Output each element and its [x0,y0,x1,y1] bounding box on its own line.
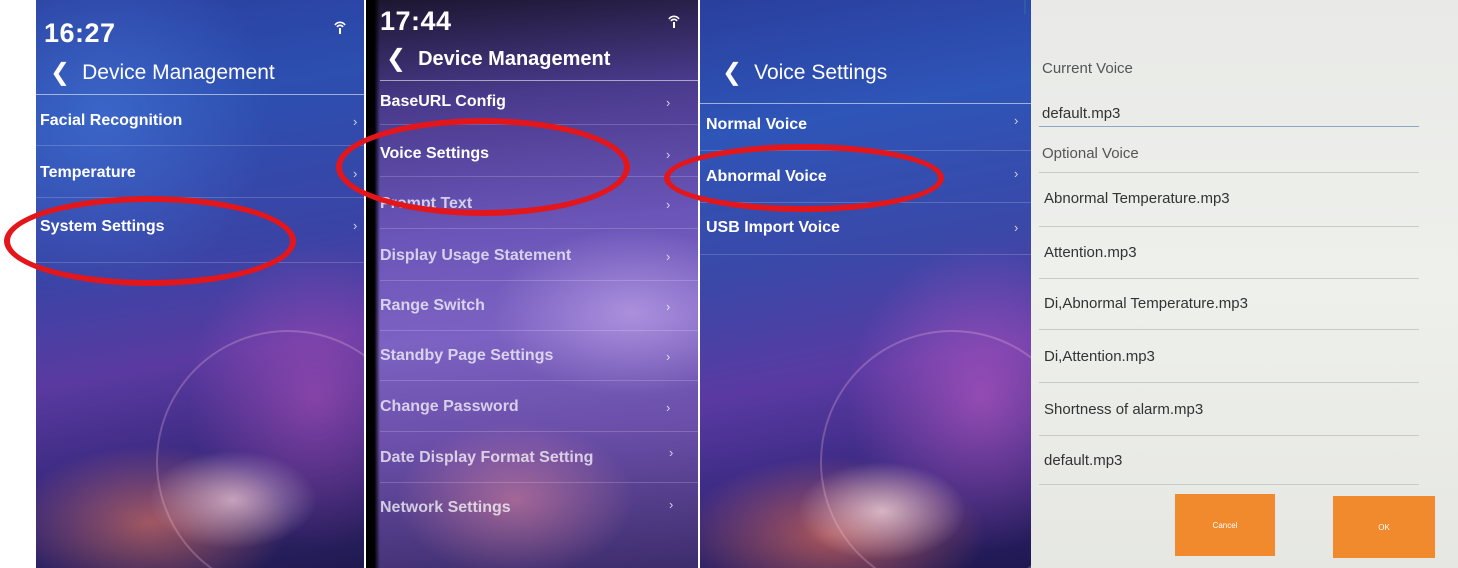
cancel-button[interactable]: Cancel [1175,494,1275,556]
chevron-right-icon: › [353,218,358,233]
menu-item-baseurl-config[interactable]: BaseURL Config [380,93,506,111]
page-title: Voice Settings [754,61,888,84]
status-time: 17:44 [380,6,452,36]
highlight-oval-system-settings [4,196,296,286]
divider [700,254,1031,255]
signal-icon [666,14,682,30]
divider [1039,172,1419,173]
nav-header: ❮ Device Management [50,61,275,85]
current-voice-label: Current Voice [1042,60,1133,77]
screen-device-management-2: 17:44 ❮ Device Management BaseURL Config… [366,0,698,568]
voice-option[interactable]: default.mp3 [1044,452,1122,469]
chevron-right-icon: › [666,400,671,415]
chevron-right-icon: › [353,114,358,129]
divider [1039,484,1419,485]
chevron-right-icon: › [669,445,674,460]
chevron-right-icon: › [1014,166,1019,181]
header-divider [700,103,1031,104]
chevron-right-icon: › [666,249,671,264]
divider [380,330,698,331]
screen-device-management-1: 16:27 ❮ Device Management Facial Recogni… [36,0,364,568]
chevron-right-icon: › [666,349,671,364]
divider [1039,382,1419,383]
chevron-left-icon[interactable]: ❮ [386,47,406,71]
chevron-right-icon: › [666,299,671,314]
voice-option[interactable]: Shortness of alarm.mp3 [1044,401,1203,418]
divider [1039,278,1419,279]
menu-item-temperature[interactable]: Temperature [40,164,136,182]
current-voice-value: default.mp3 [1042,105,1121,122]
nav-header: ❮ Voice Settings [722,61,887,85]
highlight-oval-voice-settings [336,118,630,216]
nav-header: ❮ Device Management [386,47,610,71]
divider [380,431,698,432]
divider [1039,435,1419,436]
menu-item-display-usage-statement[interactable]: Display Usage Statement [380,247,571,265]
voice-option[interactable]: Abnormal Temperature.mp3 [1044,190,1230,207]
divider [380,228,698,229]
highlight-oval-abnormal-voice [664,144,944,212]
divider [1039,226,1419,227]
menu-item-date-display-format-setting[interactable]: Date Display Format Setting [380,449,593,467]
divider [380,482,698,483]
chevron-right-icon: › [1014,113,1019,128]
menu-item-standby-page-settings[interactable]: Standby Page Settings [380,347,553,365]
divider [36,145,364,146]
chevron-right-icon: › [666,95,671,110]
optional-voice-label: Optional Voice [1042,145,1139,162]
header-divider [36,94,364,95]
header-divider [380,80,698,81]
screen-voice-settings: ❮ Voice Settings Normal Voice › Abnormal… [700,0,1031,568]
page-title: Device Management [418,47,611,70]
voice-selection-dialog: Current Voice default.mp3 Optional Voice… [1031,0,1458,568]
menu-item-facial-recognition[interactable]: Facial Recognition [40,112,182,130]
status-time: 16:27 [44,18,116,48]
chevron-right-icon: › [1014,220,1019,235]
chevron-right-icon: › [666,197,671,212]
voice-option[interactable]: Di,Abnormal Temperature.mp3 [1044,295,1248,312]
divider [1024,0,1026,14]
ok-button[interactable]: OK [1333,496,1435,558]
voice-option[interactable]: Attention.mp3 [1044,244,1137,261]
chevron-left-icon[interactable]: ❮ [722,61,742,85]
chevron-right-icon: › [666,147,671,162]
signal-icon [332,20,348,36]
menu-item-network-settings[interactable]: Network Settings [380,499,511,517]
menu-item-change-password[interactable]: Change Password [380,398,519,416]
page-title: Device Management [82,61,275,84]
menu-item-normal-voice[interactable]: Normal Voice [706,116,807,134]
chevron-left-icon[interactable]: ❮ [50,61,70,85]
divider [380,280,698,281]
voice-option[interactable]: Di,Attention.mp3 [1044,348,1155,365]
menu-item-range-switch[interactable]: Range Switch [380,297,485,315]
divider [1039,126,1419,127]
divider [380,380,698,381]
divider [1039,329,1419,330]
chevron-right-icon: › [669,497,674,512]
menu-item-usb-import-voice[interactable]: USB Import Voice [706,219,840,237]
